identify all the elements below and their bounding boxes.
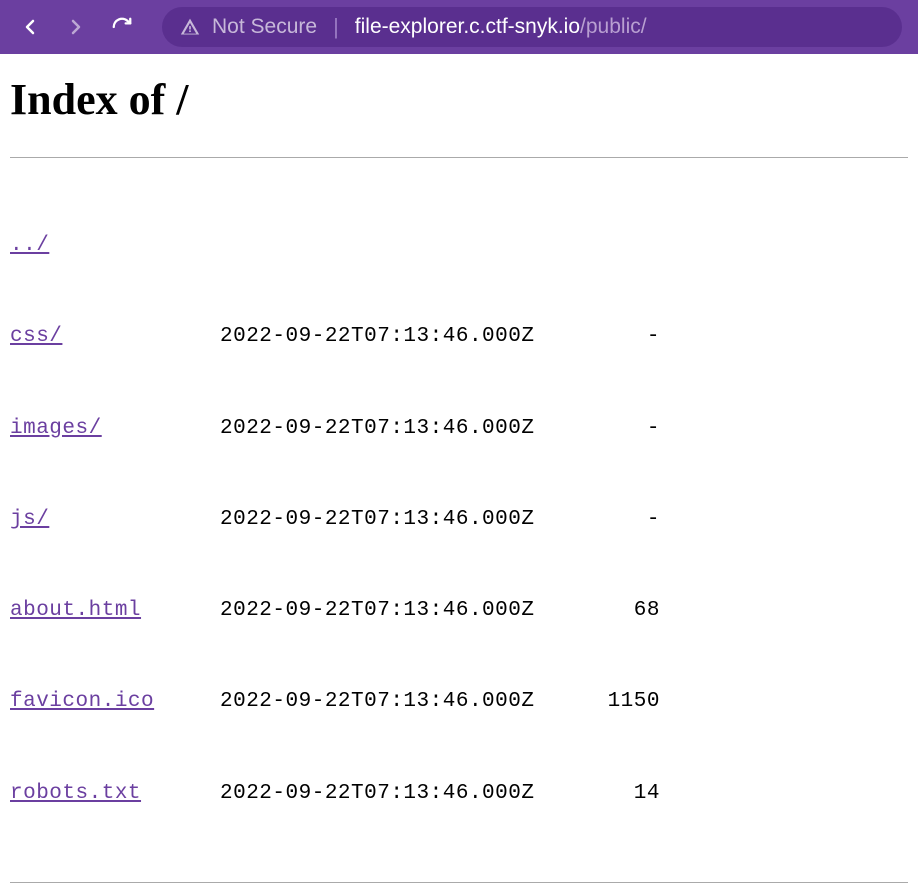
entry-size: 68 [580,596,660,626]
entry-date: 2022-09-22T07:13:46.000Z [220,322,580,352]
directory-link[interactable]: images/ [10,417,102,440]
warning-icon [180,17,200,37]
directory-link[interactable]: js/ [10,508,49,531]
file-link[interactable]: about.html [10,599,141,622]
listing-row: favicon.ico 2022-09-22T07:13:46.000Z1150 [10,687,908,717]
reload-button[interactable] [108,13,136,41]
url-domain: file-explorer.c.ctf-snyk.io [355,15,580,38]
security-status: Not Secure [212,15,317,39]
forward-button[interactable] [62,13,90,41]
url-path: /public/ [580,15,647,38]
entry-size: 1150 [580,687,660,717]
address-bar[interactable]: Not Secure | file-explorer.c.ctf-snyk.io… [162,7,902,47]
file-link[interactable]: favicon.ico [10,690,154,713]
entry-date: 2022-09-22T07:13:46.000Z [220,687,580,717]
listing-row: js/2022-09-22T07:13:46.000Z- [10,505,908,535]
entry-size: - [580,505,660,535]
back-button[interactable] [16,13,44,41]
entry-size: - [580,322,660,352]
file-link[interactable]: robots.txt [10,782,141,805]
entry-date: 2022-09-22T07:13:46.000Z [220,596,580,626]
url: file-explorer.c.ctf-snyk.io/public/ [355,15,647,39]
entry-date: 2022-09-22T07:13:46.000Z [220,505,580,535]
separator: | [333,14,339,40]
directory-listing: ../ css/2022-09-22T07:13:46.000Z- images… [10,158,908,882]
listing-row: css/2022-09-22T07:13:46.000Z- [10,322,908,352]
listing-row: images/2022-09-22T07:13:46.000Z- [10,414,908,444]
directory-link[interactable]: css/ [10,325,62,348]
entry-size: - [580,414,660,444]
page-content: Index of / ../ css/2022-09-22T07:13:46.0… [0,54,918,883]
parent-link-row: ../ [10,231,908,261]
listing-row: about.html 2022-09-22T07:13:46.000Z68 [10,596,908,626]
parent-directory-link[interactable]: ../ [10,234,49,257]
page-title: Index of / [10,74,908,125]
entry-size: 14 [580,779,660,809]
entry-date: 2022-09-22T07:13:46.000Z [220,779,580,809]
entry-date: 2022-09-22T07:13:46.000Z [220,414,580,444]
listing-row: robots.txt 2022-09-22T07:13:46.000Z14 [10,779,908,809]
browser-toolbar: Not Secure | file-explorer.c.ctf-snyk.io… [0,0,918,54]
